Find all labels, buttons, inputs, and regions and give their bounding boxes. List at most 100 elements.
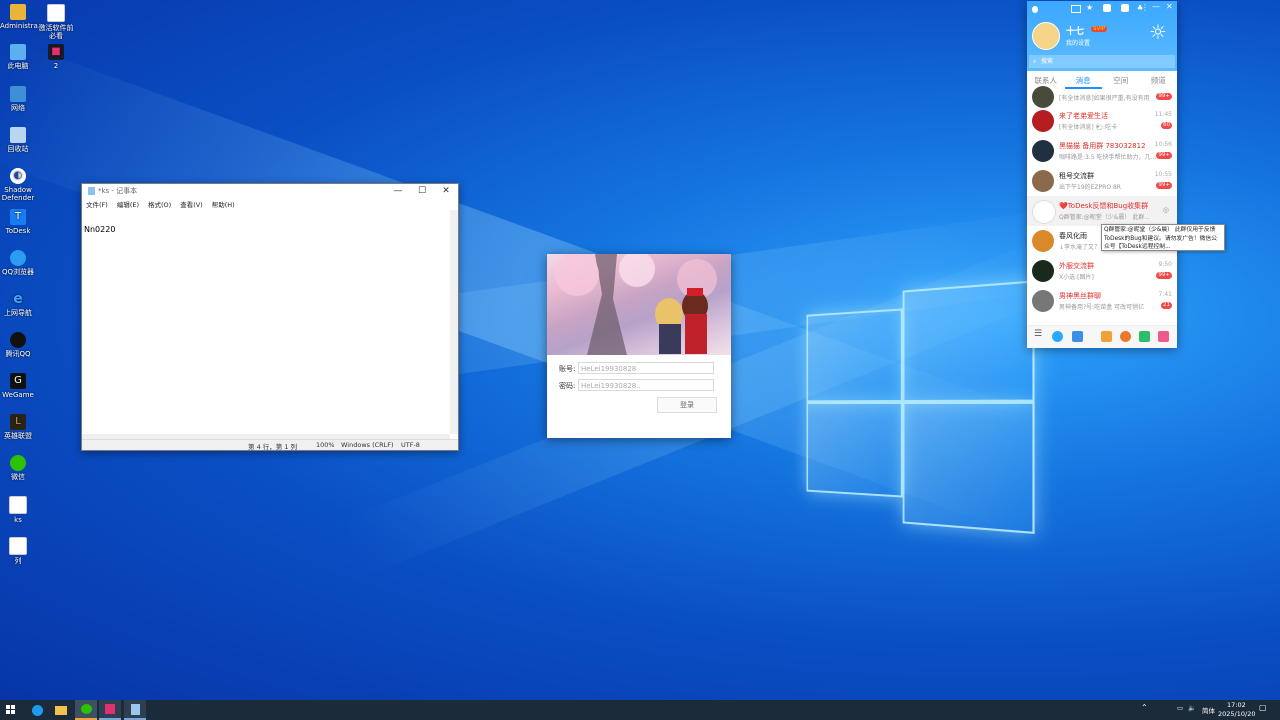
notepad-window[interactable]: *ks - 记事本 — ☐ ✕ 文件(F) 编辑(E) 格式(O) 查看(V) …	[81, 183, 459, 451]
qq-main-panel[interactable]: ★ ♣ ⋮ — ✕ 十七 SVIP 我的设置 ☼ ⌕ 搜索 联系人 消息 空间 …	[1027, 1, 1177, 348]
conversation-item[interactable]: 外服交流群 X小选:[图片] 9:50 99+	[1027, 256, 1177, 286]
network-icon	[10, 86, 26, 102]
menu-file[interactable]: 文件(F)	[86, 199, 108, 209]
notepad-titlebar[interactable]: *ks - 记事本 — ☐ ✕	[82, 184, 458, 198]
conversation-item[interactable]: 黑猫猫 备用群 783032812 咖啡路是:3.5 吃快手帮忙助力，几... …	[1027, 136, 1177, 166]
close-icon[interactable]: ✕	[1166, 2, 1173, 11]
plugin-icon[interactable]	[1121, 4, 1129, 12]
notepad-menubar: 文件(F) 编辑(E) 格式(O) 查看(V) 帮助(H)	[82, 198, 458, 210]
search-icon: ⌕	[1033, 58, 1037, 65]
qq-status[interactable]: 我的设置	[1066, 38, 1090, 47]
add-friend-icon[interactable]	[1052, 331, 1063, 342]
more-icon[interactable]: ⋮	[1141, 3, 1149, 12]
wechat-icon	[10, 455, 26, 471]
menu-edit[interactable]: 编辑(E)	[117, 199, 139, 209]
start-button[interactable]	[0, 700, 22, 720]
app-manager-icon[interactable]	[1158, 331, 1169, 342]
volume-icon[interactable]: 🔈	[1188, 704, 1196, 712]
game-icon[interactable]	[1103, 4, 1111, 12]
close-icon[interactable]: ✕	[434, 186, 458, 196]
desktop-icon-ie[interactable]: e 上网导航	[0, 291, 36, 317]
shadow-defender-icon: ◐	[10, 168, 26, 184]
desktop-icon-2[interactable]: ■ 2	[38, 44, 74, 70]
text-file-icon	[47, 4, 65, 22]
conversation-item[interactable]: 租号交流群 出下午19的EZPRO 8R 10:55 99+	[1027, 166, 1177, 196]
notepad-statusbar: 第 4 行，第 1 列 100% Windows (CRLF) UTF-8	[82, 439, 458, 451]
desktop-icon-recycle-bin[interactable]: 回收站	[0, 127, 36, 153]
desktop-icon-lie[interactable]: 列	[0, 537, 36, 565]
maximize-icon[interactable]: ☐	[410, 186, 434, 196]
desktop-icon-qq[interactable]: 腾讯QQ	[0, 332, 36, 358]
login-banner-image	[547, 254, 731, 355]
svip-badge: SVIP	[1091, 26, 1108, 32]
windows-start-icon	[6, 705, 15, 714]
password-input[interactable]: HeLei19930828..	[578, 379, 714, 391]
taskbar-edge[interactable]	[26, 700, 48, 720]
taskbar: ⌃ ▭ 🔈 简体 17:02 2025/10/20 ▢	[0, 700, 1280, 720]
desktop-icon-activation-readme[interactable]: 激活软件前必看	[38, 4, 74, 40]
app-icon: ■	[48, 44, 64, 60]
desktop-icon-network[interactable]: 网络	[0, 86, 36, 112]
edge-icon	[31, 704, 43, 716]
vertical-scrollbar[interactable]	[450, 210, 458, 434]
menu-help[interactable]: 帮助(H)	[212, 199, 235, 209]
menu-view[interactable]: 查看(V)	[180, 199, 203, 209]
clock-date[interactable]: 2025/10/20	[1218, 710, 1255, 718]
desktop-icon-todesk[interactable]: T ToDesk	[0, 209, 36, 235]
taskbar-wechat[interactable]	[75, 700, 97, 720]
login-button[interactable]: 登录	[657, 397, 717, 413]
status-position: 第 4 行，第 1 列	[248, 443, 298, 451]
minimize-icon[interactable]: —	[386, 186, 410, 196]
game-center-icon[interactable]	[1101, 331, 1112, 342]
minimize-icon[interactable]: —	[1152, 2, 1160, 11]
network-tray-icon[interactable]: ▭	[1177, 704, 1183, 712]
avatar	[1032, 140, 1054, 162]
desktop-icon-administrator[interactable]: Administra...	[0, 4, 45, 30]
avatar	[1032, 86, 1054, 108]
desktop-icon-wegame[interactable]: G WeGame	[0, 373, 36, 399]
file-transfer-icon[interactable]	[1072, 331, 1083, 342]
status-line-ending: Windows (CRLF)	[341, 441, 394, 449]
video-icon[interactable]	[1139, 331, 1150, 342]
weather-sun-icon[interactable]: ☼	[1149, 20, 1167, 44]
star-icon[interactable]: ★	[1086, 3, 1093, 12]
group-tooltip: Q群管家:@昵堂（少&晨） 此群仅用于反馈ToDesk的Bug和建议。请勿发广告…	[1101, 224, 1225, 251]
desktop-icon-qq-browser[interactable]: QQ浏览器	[0, 250, 36, 276]
mail-icon[interactable]	[1071, 5, 1081, 13]
notepad-text-area[interactable]	[82, 210, 450, 434]
login-dialog[interactable]: 账号: HeLei19930828 密码: HeLei19930828.. 登录	[547, 254, 731, 438]
desktop-icon-shadow-defender[interactable]: ◐ Shadow Defender	[0, 168, 36, 202]
account-label: 账号:	[559, 365, 576, 373]
qq-search-input[interactable]: ⌕ 搜索	[1029, 55, 1175, 68]
avatar[interactable]	[1032, 22, 1060, 50]
tray-chevron-up-icon[interactable]: ⌃	[1141, 703, 1148, 712]
status-encoding: UTF-8	[401, 441, 420, 449]
recycle-bin-icon	[10, 127, 26, 143]
qq-browser-icon	[10, 250, 26, 266]
ime-indicator[interactable]: 简体	[1202, 705, 1215, 715]
lol-icon: L	[10, 414, 26, 430]
qq-nickname: 十七	[1066, 27, 1085, 37]
qq-icon	[10, 332, 26, 348]
desktop-icon-this-pc[interactable]: 此电脑	[0, 44, 36, 70]
notepad-icon	[130, 703, 140, 715]
folder-icon	[55, 705, 67, 715]
account-input[interactable]: HeLei19930828	[578, 362, 714, 374]
text-file-icon	[9, 496, 27, 514]
conversation-item[interactable]: ❤️ToDesk反馈和Bug收集群 Q群管家:@昵堂（少&晨） 此群... ◎	[1027, 196, 1177, 226]
menu-format[interactable]: 格式(O)	[148, 199, 171, 209]
desktop-icon-wechat[interactable]: 微信	[0, 455, 36, 481]
computer-icon	[10, 44, 26, 60]
menu-icon[interactable]: ☰	[1034, 329, 1045, 340]
desktop-icon-lol[interactable]: L 英雄联盟	[0, 414, 36, 440]
notification-icon[interactable]: ▢	[1259, 703, 1267, 712]
taskbar-app[interactable]	[99, 700, 121, 720]
clock-time[interactable]: 17:02	[1227, 701, 1246, 709]
user-folder-icon	[10, 4, 26, 20]
taskbar-notepad[interactable]	[124, 700, 146, 720]
taskbar-file-explorer[interactable]	[50, 700, 72, 720]
conversation-item[interactable]: 来了老弟爱生活 [有全体消息] 🐑:吃卡 11:45 60	[1027, 106, 1177, 136]
mini-app-icon[interactable]	[1120, 331, 1131, 342]
conversation-item[interactable]: 男神黑丝群聊 男神备用?号:吃苗盒 可改可悄亿 7:41 21	[1027, 286, 1177, 316]
desktop-icon-ks[interactable]: ks	[0, 496, 36, 524]
